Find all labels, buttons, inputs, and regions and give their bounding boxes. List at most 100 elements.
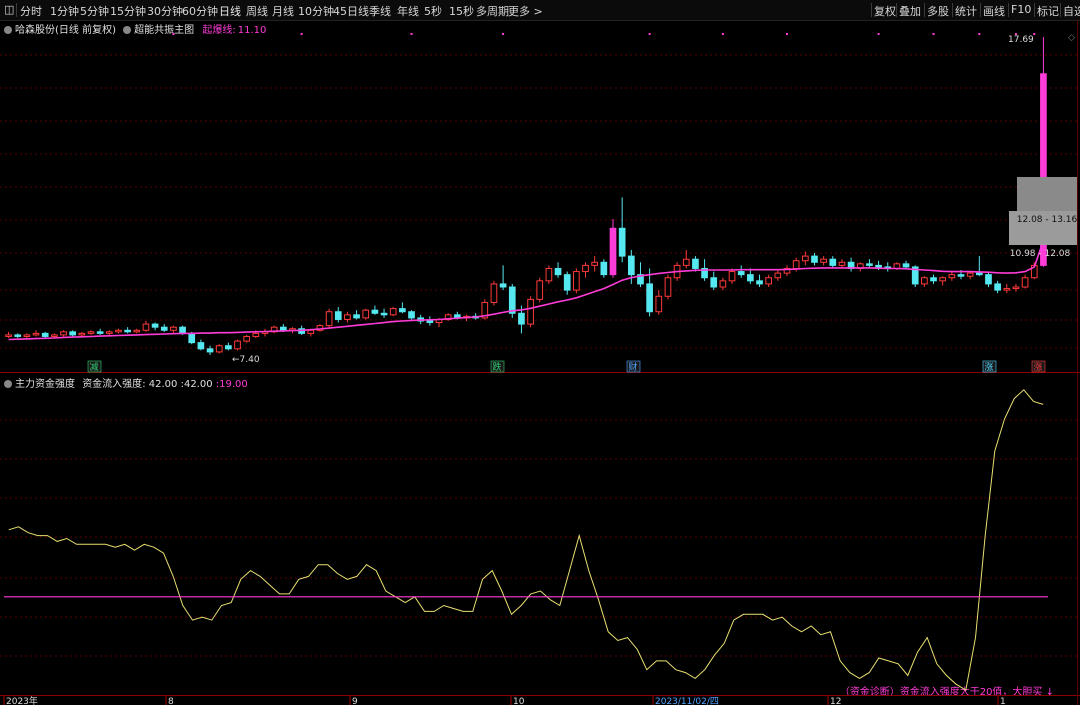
candle-body bbox=[682, 258, 690, 266]
candle-body bbox=[78, 332, 86, 336]
candle-body bbox=[985, 274, 992, 285]
candle-body bbox=[23, 334, 31, 337]
candle-body bbox=[747, 274, 754, 282]
candle-body bbox=[206, 348, 214, 353]
low-price-label: ←7.40 bbox=[232, 355, 260, 365]
candle-body bbox=[664, 277, 672, 297]
candle-body bbox=[426, 320, 434, 324]
candle-body bbox=[591, 261, 599, 266]
candle-body bbox=[490, 283, 498, 303]
candle-body bbox=[792, 260, 800, 269]
candle-body bbox=[866, 263, 873, 266]
x-axis-label: 10 bbox=[513, 697, 525, 705]
candle-body bbox=[573, 271, 580, 291]
signal-dot bbox=[502, 33, 505, 35]
candle-body bbox=[197, 342, 205, 350]
candle-body bbox=[69, 331, 77, 336]
candle-body bbox=[600, 261, 608, 276]
candle-body bbox=[142, 323, 150, 331]
candle-body bbox=[399, 308, 406, 313]
candle-body bbox=[188, 332, 196, 344]
candle-body bbox=[170, 326, 177, 331]
candle-body bbox=[1021, 277, 1029, 288]
candle-body bbox=[948, 274, 956, 279]
candle-body bbox=[380, 312, 388, 316]
candle-body bbox=[151, 323, 159, 328]
signal-dot bbox=[978, 33, 981, 35]
x-axis-label: 2023/11/02/四 bbox=[655, 697, 719, 705]
candle-body bbox=[609, 227, 617, 276]
candle-body bbox=[756, 280, 763, 285]
signal-dot bbox=[786, 33, 788, 35]
x-axis-label: 1 bbox=[1000, 697, 1006, 705]
candle-body bbox=[508, 286, 516, 314]
candle-body bbox=[957, 274, 965, 277]
x-axis-label: 2023年 bbox=[6, 695, 38, 705]
signal-dot bbox=[300, 33, 303, 35]
candle-body bbox=[1003, 288, 1011, 291]
x-axis-label: 9 bbox=[352, 697, 358, 705]
candle-body bbox=[939, 277, 947, 282]
signal-dot bbox=[877, 33, 880, 35]
candle-body bbox=[545, 267, 553, 282]
signal-dot bbox=[648, 33, 651, 35]
candle-body bbox=[646, 283, 653, 313]
candle-body bbox=[334, 311, 342, 320]
candle-body bbox=[160, 326, 168, 331]
candle-body bbox=[243, 335, 251, 342]
candle-body bbox=[32, 332, 40, 336]
candle-body bbox=[371, 309, 379, 314]
candle-body bbox=[875, 264, 882, 268]
candle-body bbox=[838, 261, 846, 266]
candle-body bbox=[527, 298, 534, 325]
stock-chart: 12.08 - 13.16 10.98 - 12.08 17.69 ←7.40 减 跌 财 涨… bbox=[0, 20, 1080, 705]
signal-dot bbox=[932, 33, 935, 35]
candle-body bbox=[344, 314, 351, 320]
capital-strength-line bbox=[8, 389, 1044, 691]
candle-body bbox=[692, 258, 699, 269]
candle-body bbox=[994, 283, 1001, 291]
candle-body bbox=[325, 311, 333, 327]
candle-body bbox=[518, 312, 525, 325]
signal-dot bbox=[721, 33, 724, 35]
signal-dot bbox=[172, 33, 175, 35]
candle-body bbox=[774, 272, 782, 279]
high-price-label: 17.69 bbox=[1008, 35, 1034, 45]
candle-body bbox=[5, 334, 12, 337]
candle-body bbox=[362, 309, 370, 319]
candle-body bbox=[921, 277, 928, 285]
candle-body bbox=[966, 272, 974, 277]
candle-body bbox=[1012, 286, 1020, 290]
candle-body bbox=[820, 258, 827, 263]
candle-body bbox=[655, 295, 663, 313]
candle-body bbox=[252, 332, 260, 337]
candle-body bbox=[737, 271, 745, 276]
candle-body bbox=[902, 263, 910, 268]
candle-body bbox=[307, 329, 315, 334]
candle-body bbox=[408, 311, 415, 319]
candle-body bbox=[554, 267, 562, 276]
candle-body bbox=[829, 258, 837, 266]
candle-body bbox=[225, 345, 232, 350]
candle-body bbox=[105, 331, 113, 334]
candle-body bbox=[14, 334, 22, 337]
price-range-label: 10.98 - 12.08 bbox=[1010, 249, 1071, 259]
candle-body bbox=[499, 283, 507, 288]
candle-body bbox=[51, 334, 58, 337]
signal-marker: 跌 bbox=[492, 362, 501, 373]
candle-body bbox=[41, 332, 49, 337]
signal-dot bbox=[410, 33, 413, 35]
price-range-box bbox=[1017, 177, 1077, 211]
candle-body bbox=[536, 280, 544, 300]
x-axis-label: 8 bbox=[168, 697, 174, 705]
candle-body bbox=[930, 277, 937, 282]
candle-body bbox=[96, 331, 104, 334]
candle-body bbox=[133, 329, 141, 333]
x-axis-label: 12 bbox=[830, 697, 841, 705]
signal-marker: 财 bbox=[628, 361, 637, 373]
candle-body bbox=[234, 340, 241, 350]
candle-body bbox=[124, 329, 131, 333]
candle-body bbox=[389, 308, 397, 316]
candle-body bbox=[719, 280, 727, 288]
candle-body bbox=[710, 277, 718, 288]
